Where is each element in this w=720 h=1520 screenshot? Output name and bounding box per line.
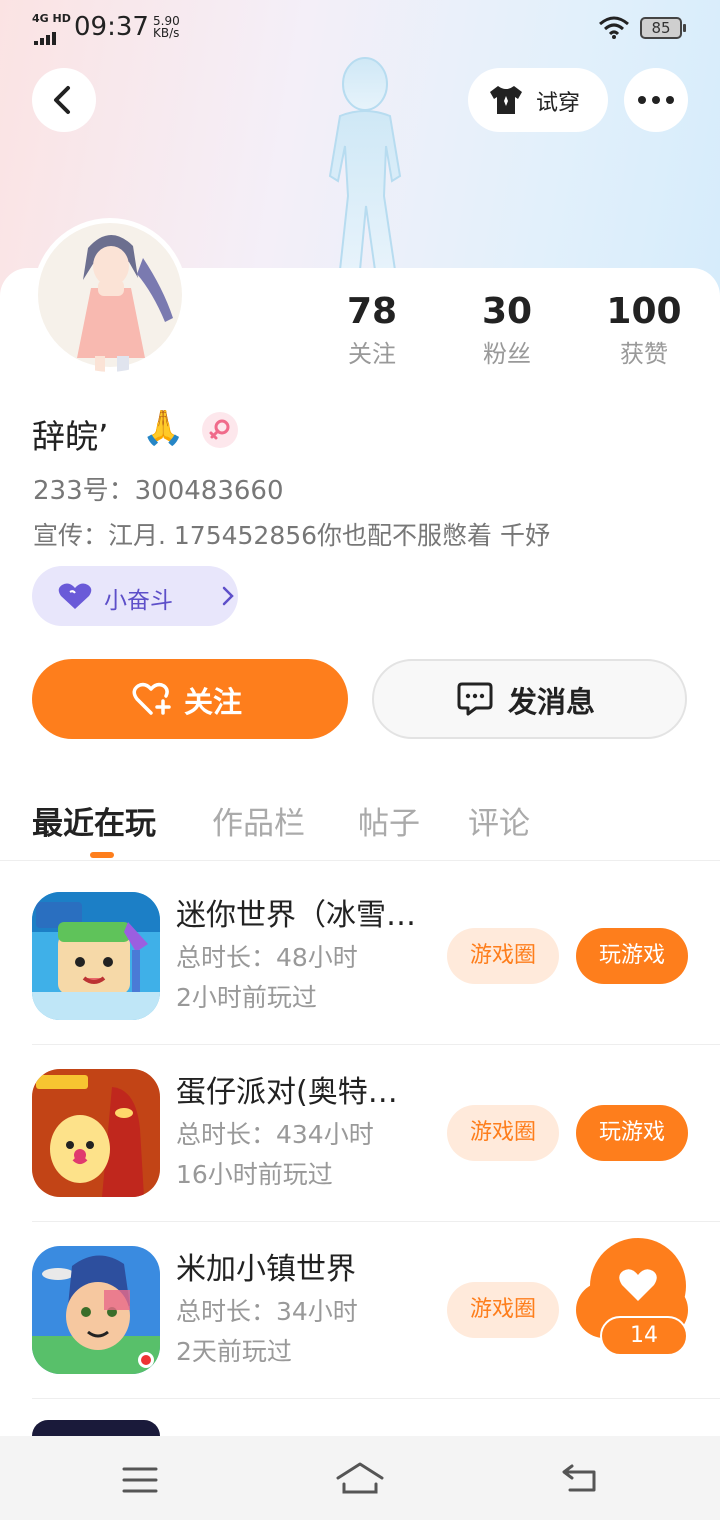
tab-posts[interactable]: 帖子 — [358, 798, 420, 843]
profile-tabs: 最近在玩 作品栏 帖子 评论 — [0, 790, 720, 861]
game-title: 蛋仔派对(奥特… — [176, 1075, 398, 1110]
female-gender-icon — [202, 412, 238, 448]
chevron-right-icon — [222, 586, 234, 606]
likes-label: 获赞 — [620, 340, 668, 368]
badge-tag-label: 小奋斗 — [104, 588, 173, 614]
game-icon-eggy-party — [32, 1069, 160, 1197]
user-name: 辞皖’ — [32, 417, 109, 456]
user-bio: 宣传：江月. 175452856你也配不服憋着 千妤 — [33, 521, 550, 550]
game-icon-miga-town — [32, 1246, 160, 1374]
play-game-button[interactable]: 玩游戏 — [576, 1105, 688, 1161]
heart-icon — [619, 1269, 657, 1301]
heart-plus-icon — [132, 682, 171, 715]
badge-tag-button[interactable]: 小奋斗 — [32, 566, 238, 626]
back-nav-icon[interactable] — [560, 1464, 600, 1494]
chat-bubble-icon — [457, 682, 493, 716]
game-icon-mini-world — [32, 892, 160, 1020]
chevron-left-icon — [54, 86, 70, 114]
system-navigation-bar — [0, 1436, 720, 1520]
tab-works[interactable]: 作品栏 — [212, 798, 305, 843]
like-count-badge: 14 — [600, 1316, 688, 1356]
menu-icon[interactable] — [122, 1466, 158, 1494]
divider — [32, 1398, 720, 1399]
following-label: 关注 — [348, 340, 396, 368]
list-item[interactable]: 迷你世界（冰雪… 总时长：48小时 2小时前玩过 游戏圈 玩游戏 — [0, 868, 720, 1045]
avatar-character-image — [38, 223, 182, 372]
play-game-label: 玩游戏 — [598, 943, 665, 968]
network-speed: 5.90 KB/s — [153, 14, 180, 40]
status-bar: 4G HD 09:37 5.90 KB/s 85 — [0, 0, 720, 56]
heart-icon — [58, 583, 92, 609]
likes-count: 100 — [606, 291, 682, 332]
send-message-button[interactable]: 发消息 — [372, 659, 687, 739]
game-circle-label: 游戏圈 — [469, 1297, 536, 1322]
game-circle-label: 游戏圈 — [469, 943, 536, 968]
list-item-partial — [32, 1420, 160, 1436]
try-on-label: 试穿 — [536, 91, 581, 116]
active-tab-indicator — [90, 852, 114, 858]
tab-comments[interactable]: 评论 — [468, 798, 530, 843]
try-on-button[interactable]: 试穿 — [468, 68, 608, 132]
home-icon[interactable] — [336, 1460, 384, 1496]
game-title: 米加小镇世界 — [176, 1252, 356, 1287]
follow-button[interactable]: 关注 — [32, 659, 348, 739]
pray-emoji-icon: 🙏 — [142, 408, 185, 448]
stat-followers[interactable]: 30 粉丝 — [452, 290, 562, 372]
like-count: 14 — [630, 1323, 658, 1348]
game-play-duration: 总时长：48小时 — [176, 943, 358, 972]
stat-following[interactable]: 78 关注 — [317, 290, 427, 372]
game-circle-button[interactable]: 游戏圈 — [447, 1105, 559, 1161]
tab-recently-played[interactable]: 最近在玩 — [32, 798, 156, 843]
network-indicator: 4G HD — [32, 12, 71, 25]
more-dots-icon — [638, 96, 674, 104]
followers-count: 30 — [481, 291, 533, 332]
avatar[interactable] — [33, 218, 187, 372]
game-circle-label: 游戏圈 — [469, 1120, 536, 1145]
stat-likes[interactable]: 100 获赞 — [589, 290, 699, 372]
battery-icon: 85 — [640, 17, 686, 39]
game-circle-button[interactable]: 游戏圈 — [447, 928, 559, 984]
more-options-button[interactable] — [624, 68, 688, 132]
game-last-played: 2天前玩过 — [176, 1337, 292, 1366]
game-play-duration: 总时长：434小时 — [176, 1120, 374, 1149]
list-item[interactable]: 蛋仔派对(奥特… 总时长：434小时 16小时前玩过 游戏圈 玩游戏 — [0, 1045, 720, 1222]
follow-label: 关注 — [184, 685, 243, 719]
play-game-label: 玩游戏 — [598, 1120, 665, 1145]
game-title: 迷你世界（冰雪… — [176, 898, 416, 933]
game-last-played: 16小时前玩过 — [176, 1160, 333, 1189]
wifi-icon — [599, 16, 629, 39]
signal-icon — [34, 26, 58, 45]
followers-label: 粉丝 — [483, 340, 531, 368]
game-circle-button[interactable]: 游戏圈 — [447, 1282, 559, 1338]
game-play-duration: 总时长：34小时 — [176, 1297, 358, 1326]
following-count: 78 — [346, 291, 398, 332]
clock: 09:37 — [74, 12, 149, 42]
back-button[interactable] — [32, 68, 96, 132]
tshirt-icon — [490, 86, 522, 114]
user-id: 233号：300483660 — [33, 476, 284, 506]
game-last-played: 2小时前玩过 — [176, 983, 317, 1012]
play-game-button[interactable]: 玩游戏 — [576, 928, 688, 984]
send-message-label: 发消息 — [508, 685, 596, 719]
3d-avatar-figure — [328, 57, 402, 270]
